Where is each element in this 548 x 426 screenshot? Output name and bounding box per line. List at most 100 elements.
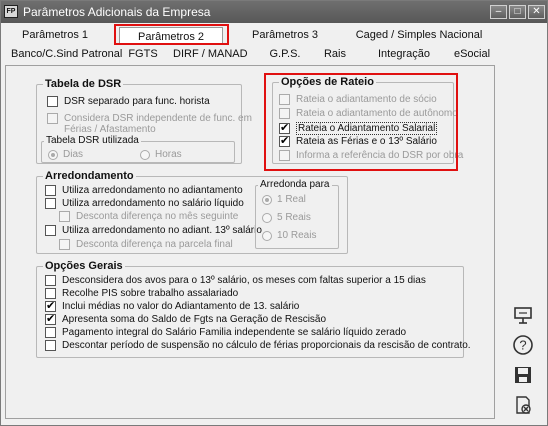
- save-icon[interactable]: [511, 363, 535, 387]
- checkbox-box[interactable]: [279, 150, 290, 161]
- checkbox-box[interactable]: [45, 288, 56, 299]
- checkbox-label: Inclui médias no valor do Adiantamento d…: [62, 301, 300, 312]
- radio-dot[interactable]: [48, 149, 58, 160]
- radio-10-reais[interactable]: 10 Reais: [262, 230, 316, 241]
- radio-5-reais[interactable]: 5 Reais: [262, 212, 311, 223]
- app-icon: FP: [4, 5, 18, 18]
- radio-label: Horas: [155, 149, 182, 160]
- tab-parametros-2[interactable]: Parâmetros 2: [119, 27, 223, 45]
- checkbox-label: Utiliza arredondamento no salário líquid…: [62, 198, 244, 209]
- opcoes-gerais-legend: Opções Gerais: [43, 260, 125, 272]
- checkbox-box[interactable]: [59, 211, 70, 222]
- radio-dot[interactable]: [262, 194, 272, 205]
- radio-label: 1 Real: [277, 194, 306, 205]
- tab-banco-sind[interactable]: Banco/C.Sind Patronal: [11, 45, 122, 63]
- checkbox-box[interactable]: [279, 94, 290, 105]
- tab-esocial[interactable]: eSocial: [449, 45, 495, 63]
- checkbox-box[interactable]: [45, 327, 56, 338]
- checkbox-box[interactable]: [45, 185, 56, 196]
- checkbox-box[interactable]: [279, 134, 290, 147]
- tab-gps[interactable]: G.P.S.: [263, 45, 307, 63]
- main-window: FP Parâmetros Adicionais da Empresa – □ …: [0, 0, 548, 426]
- tab-parametros-1[interactable]: Parâmetros 1: [9, 26, 101, 44]
- arred-13-salario-checkbox[interactable]: Utiliza arredondamento no adiant. 13º sa…: [45, 225, 262, 236]
- rateio-group-legend: Opções de Rateio: [279, 76, 376, 88]
- checkbox-box[interactable]: [45, 275, 56, 286]
- dsr-group: Tabela de DSR DSR separado para func. ho…: [36, 78, 252, 164]
- checkbox-box[interactable]: [45, 299, 56, 312]
- checkbox-label: Desconta diferença na parcela final: [76, 239, 233, 250]
- gerais-saldo-fgts-checkbox[interactable]: Apresenta soma do Saldo de Fgts na Geraç…: [45, 312, 327, 325]
- checkbox-label: Informa a referência do DSR por obra: [296, 150, 464, 161]
- arredondamento-group: Arredondamento Utiliza arredondamento no…: [36, 170, 348, 254]
- radio-label: 10 Reais: [277, 230, 317, 241]
- rateio-group: Opções de Rateio Rateia o adiantamento d…: [272, 76, 463, 164]
- gerais-inclui-medias-checkbox[interactable]: Inclui médias no valor do Adiantamento d…: [45, 299, 300, 312]
- radio-horas[interactable]: Horas: [140, 149, 182, 160]
- checkbox-label: Descontar período de suspensão no cálcul…: [62, 340, 471, 351]
- arredondamento-group-legend: Arredondamento: [43, 170, 136, 182]
- dsr-considera-checkbox[interactable]: Considera DSR independente de func. em Fé…: [47, 113, 252, 135]
- gerais-desconsidera-avos-checkbox[interactable]: Desconsidera dos avos para o 13º salário…: [45, 275, 426, 286]
- maximize-button[interactable]: □: [509, 5, 526, 19]
- checkbox-label: DSR separado para func. horista: [64, 96, 210, 107]
- radio-label: 5 Reais: [277, 212, 311, 223]
- opcoes-gerais-group: Opções Gerais Desconsidera dos avos para…: [36, 260, 471, 358]
- checkbox-label: Desconsidera dos avos para o 13º salário…: [62, 275, 426, 286]
- dsr-utilizada-legend: Tabela DSR utilizada: [44, 135, 141, 146]
- tab-integracao[interactable]: Integração: [373, 45, 435, 63]
- radio-dot[interactable]: [262, 230, 272, 241]
- minimize-button[interactable]: –: [490, 5, 507, 19]
- radio-dias[interactable]: Dias: [48, 149, 83, 160]
- tab-dirf-manad[interactable]: DIRF / MANAD: [173, 45, 248, 63]
- window-title: Parâmetros Adicionais da Empresa: [23, 5, 211, 19]
- checkbox-label: Rateia as Férias e o 13º Salário: [296, 136, 437, 147]
- radio-dot[interactable]: [262, 212, 272, 223]
- checkbox-box[interactable]: [45, 312, 56, 325]
- arred-salario-liquido-checkbox[interactable]: Utiliza arredondamento no salário líquid…: [45, 198, 244, 209]
- checkbox-label: Utiliza arredondamento no adiantamento: [62, 185, 243, 196]
- checkbox-box[interactable]: [59, 239, 70, 250]
- arred-desconta-mes-checkbox[interactable]: Desconta diferença no mês seguinte: [59, 211, 238, 222]
- checkbox-box[interactable]: [47, 113, 58, 124]
- tab-content-panel: Tabela de DSR DSR separado para func. ho…: [5, 65, 495, 419]
- dsr-utilizada-group: Tabela DSR utilizada Dias Horas: [41, 135, 235, 163]
- radio-dot[interactable]: [140, 149, 150, 160]
- gerais-periodo-suspensao-checkbox[interactable]: Descontar período de suspensão no cálcul…: [45, 340, 471, 351]
- gerais-recolhe-pis-checkbox[interactable]: Recolhe PIS sobre trabalho assalariado: [45, 288, 238, 299]
- radio-label: Dias: [63, 149, 84, 160]
- arred-adiantamento-checkbox[interactable]: Utiliza arredondamento no adiantamento: [45, 185, 243, 196]
- tab-rais[interactable]: Rais: [319, 45, 351, 63]
- checkbox-label: Apresenta soma do Saldo de Fgts na Geraç…: [62, 314, 327, 325]
- checkbox-label: Rateia o adiantamento de sócio: [296, 94, 437, 105]
- tab-caged-simples[interactable]: Caged / Simples Nacional: [353, 26, 485, 44]
- checkbox-box[interactable]: [45, 340, 56, 351]
- close-button[interactable]: ✕: [528, 5, 545, 19]
- arredonda-para-group: Arredonda para 1 Real 5 Reais 10 Reais: [255, 179, 339, 249]
- checkbox-label: Utiliza arredondamento no adiant. 13º sa…: [62, 225, 262, 236]
- arred-desconta-parcela-checkbox[interactable]: Desconta diferença na parcela final: [59, 239, 233, 250]
- title-bar[interactable]: FP Parâmetros Adicionais da Empresa – □ …: [1, 1, 547, 23]
- checkbox-box[interactable]: [279, 121, 290, 134]
- presentation-icon[interactable]: [511, 303, 535, 327]
- checkbox-box[interactable]: [47, 96, 58, 107]
- dsr-separado-checkbox[interactable]: DSR separado para func. horista: [47, 96, 210, 107]
- checkbox-label: Recolhe PIS sobre trabalho assalariado: [62, 288, 239, 299]
- cancel-document-icon[interactable]: [511, 393, 535, 417]
- rateio-socio-checkbox[interactable]: Rateia o adiantamento de sócio: [279, 94, 437, 105]
- rateio-autonomo-checkbox[interactable]: Rateia o adiantamento de autônomo: [279, 108, 458, 119]
- tab-parametros-3[interactable]: Parâmetros 3: [239, 26, 331, 44]
- help-icon[interactable]: ?: [511, 333, 535, 357]
- rateio-dsr-obra-checkbox[interactable]: Informa a referência do DSR por obra: [279, 150, 463, 161]
- rateio-ferias-checkbox[interactable]: Rateia as Férias e o 13º Salário: [279, 134, 437, 147]
- checkbox-label: Rateia o Adiantamento Salarial: [296, 122, 438, 135]
- side-toolbar: ?: [501, 65, 547, 419]
- checkbox-box[interactable]: [279, 108, 290, 119]
- radio-1-real[interactable]: 1 Real: [262, 194, 306, 205]
- checkbox-label: Rateia o adiantamento de autônomo: [296, 108, 458, 119]
- tab-fgts[interactable]: FGTS: [123, 45, 163, 63]
- gerais-salario-familia-checkbox[interactable]: Pagamento integral do Salário Familia in…: [45, 327, 406, 338]
- rateio-adiantamento-checkbox[interactable]: Rateia o Adiantamento Salarial: [279, 121, 438, 135]
- checkbox-box[interactable]: [45, 198, 56, 209]
- checkbox-box[interactable]: [45, 225, 56, 236]
